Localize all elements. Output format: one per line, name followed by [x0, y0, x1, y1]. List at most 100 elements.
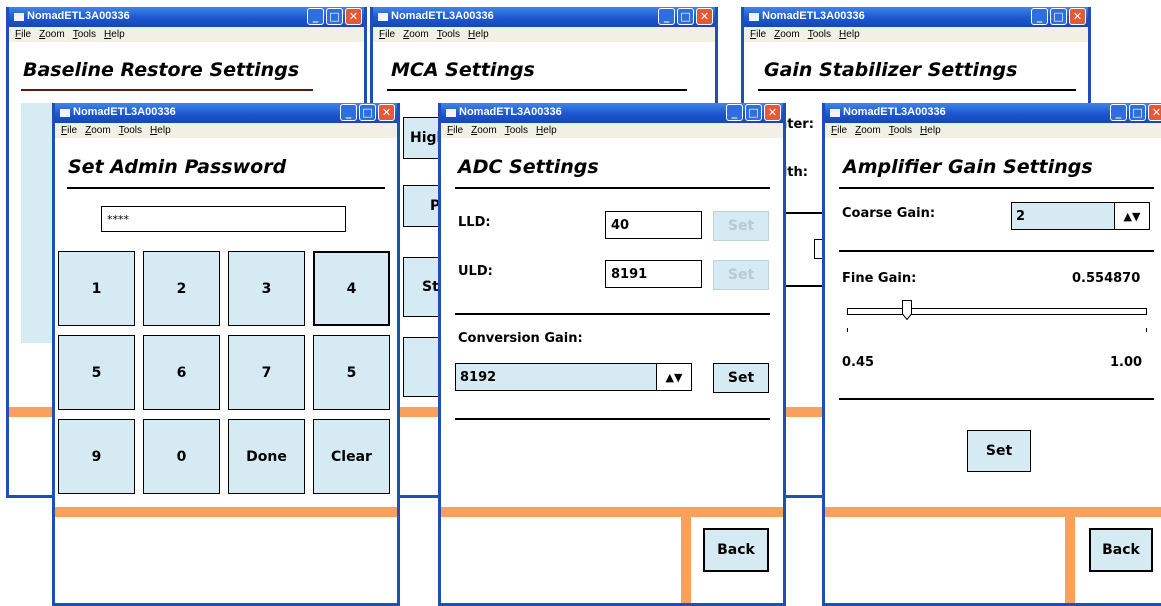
close-button[interactable]: ✕ — [1148, 104, 1161, 121]
app-icon — [60, 109, 70, 117]
menu-help[interactable]: Help — [468, 27, 489, 42]
menu-tools[interactable]: Tools — [437, 27, 460, 42]
key-4[interactable]: 4 — [313, 251, 390, 326]
key-7[interactable]: 7 — [228, 335, 305, 410]
title-divider — [839, 187, 1154, 189]
page-title: Baseline Restore Settings — [23, 59, 300, 81]
slider-thumb[interactable] — [902, 300, 912, 321]
spin-arrows-icon[interactable]: ▲▼ — [656, 364, 691, 390]
menu-file[interactable]: File — [831, 123, 847, 138]
conversion-gain-label: Conversion Gain: — [458, 331, 583, 346]
window-title: NomadETL3A00336 — [843, 106, 946, 118]
minimize-button[interactable]: _ — [340, 104, 357, 121]
menu-help[interactable]: Help — [536, 123, 557, 138]
menu-bar: File Zoom Tools Help — [373, 27, 715, 42]
fine-gain-label: Fine Gain: — [842, 271, 917, 286]
menu-file[interactable]: File — [15, 27, 31, 42]
menu-bar: File Zoom Tools Help — [441, 123, 783, 138]
maximize-button[interactable]: □ — [745, 104, 762, 121]
app-icon — [14, 13, 24, 21]
mca-button-1-label: Higl — [410, 130, 442, 146]
close-button[interactable]: ✕ — [696, 8, 713, 25]
password-input[interactable]: **** — [101, 206, 346, 232]
clear-button[interactable]: Clear — [313, 419, 390, 494]
uld-set-button[interactable]: Set — [713, 260, 769, 290]
menu-help[interactable]: Help — [839, 27, 860, 42]
page-title: MCA Settings — [391, 59, 535, 81]
key-9[interactable]: 9 — [58, 419, 135, 494]
title-divider — [67, 187, 385, 189]
page-title: Set Admin Password — [68, 156, 287, 178]
key-5[interactable]: 5 — [58, 335, 135, 410]
page-title: Gain Stabilizer Settings — [764, 59, 1018, 81]
menu-help[interactable]: Help — [104, 27, 125, 42]
minimize-button[interactable]: _ — [307, 8, 324, 25]
lld-input[interactable]: 40 — [605, 211, 702, 239]
close-button[interactable]: ✕ — [1069, 8, 1086, 25]
minimize-button[interactable]: _ — [1110, 104, 1127, 121]
maximize-button[interactable]: □ — [1129, 104, 1146, 121]
key-0[interactable]: 0 — [143, 419, 220, 494]
set-button[interactable]: Set — [967, 430, 1031, 472]
mca-button-3-label: St — [422, 279, 439, 295]
back-button[interactable]: Back — [1089, 528, 1153, 572]
done-button[interactable]: Done — [228, 419, 305, 494]
close-button[interactable]: ✕ — [378, 104, 395, 121]
close-button[interactable]: ✕ — [764, 104, 781, 121]
maximize-button[interactable]: □ — [1050, 8, 1067, 25]
conversion-gain-select[interactable]: 8192 ▲▼ — [455, 363, 692, 391]
menu-bar: File Zoom Tools Help — [55, 123, 397, 138]
key-1[interactable]: 1 — [58, 251, 135, 326]
menu-tools[interactable]: Tools — [808, 27, 831, 42]
menu-file[interactable]: File — [447, 123, 463, 138]
coarse-gain-value: 2 — [1016, 208, 1026, 224]
lld-set-button[interactable]: Set — [713, 211, 769, 241]
maximize-button[interactable]: □ — [677, 8, 694, 25]
key-2[interactable]: 2 — [143, 251, 220, 326]
key-8[interactable]: 5 — [313, 335, 390, 410]
fine-gain-value: 0.554870 — [1072, 271, 1141, 286]
section-divider — [839, 398, 1154, 400]
key-6[interactable]: 6 — [143, 335, 220, 410]
divider — [784, 212, 824, 214]
maximize-button[interactable]: □ — [326, 8, 343, 25]
menu-help[interactable]: Help — [150, 123, 171, 138]
menu-zoom[interactable]: Zoom — [39, 27, 65, 42]
menu-tools[interactable]: Tools — [505, 123, 528, 138]
minimize-button[interactable]: _ — [726, 104, 743, 121]
close-button[interactable]: ✕ — [345, 8, 362, 25]
uld-input[interactable]: 8191 — [605, 260, 702, 288]
menu-help[interactable]: Help — [920, 123, 941, 138]
menu-zoom[interactable]: Zoom — [85, 123, 111, 138]
orange-bar — [55, 507, 397, 517]
menu-zoom[interactable]: Zoom — [855, 123, 881, 138]
back-button[interactable]: Back — [703, 528, 769, 572]
fine-gain-slider[interactable] — [847, 298, 1147, 334]
menu-zoom[interactable]: Zoom — [774, 27, 800, 42]
title-divider — [455, 187, 770, 189]
title-bar: NomadETL3A00336 _ □ ✕ — [9, 7, 364, 27]
title-bar: NomadETL3A00336 _ □ ✕ — [441, 103, 783, 123]
menu-tools[interactable]: Tools — [73, 27, 96, 42]
amplifier-gain-window: NomadETL3A00336 _ □ ✕ File Zoom Tools Help Am… — [822, 103, 1161, 606]
conversion-gain-value: 8192 — [460, 369, 497, 385]
menu-zoom[interactable]: Zoom — [403, 27, 429, 42]
conversion-set-button[interactable]: Set — [713, 363, 769, 393]
menu-tools[interactable]: Tools — [119, 123, 142, 138]
key-3[interactable]: 3 — [228, 251, 305, 326]
coarse-gain-select[interactable]: 2 ▲▼ — [1011, 202, 1150, 230]
minimize-button[interactable]: _ — [1031, 8, 1048, 25]
window-title: NomadETL3A00336 — [73, 106, 176, 118]
slider-tick-min — [847, 328, 848, 332]
spin-arrows-icon[interactable]: ▲▼ — [1114, 203, 1149, 229]
menu-file[interactable]: File — [379, 27, 395, 42]
menu-file[interactable]: File — [750, 27, 766, 42]
minimize-button[interactable]: _ — [658, 8, 675, 25]
title-bar: NomadETL3A00336 _ □ ✕ — [373, 7, 715, 27]
menu-zoom[interactable]: Zoom — [471, 123, 497, 138]
orange-bar — [825, 507, 1161, 517]
menu-file[interactable]: File — [61, 123, 77, 138]
menu-tools[interactable]: Tools — [889, 123, 912, 138]
title-bar: NomadETL3A00336 _ □ ✕ — [744, 7, 1088, 27]
maximize-button[interactable]: □ — [359, 104, 376, 121]
